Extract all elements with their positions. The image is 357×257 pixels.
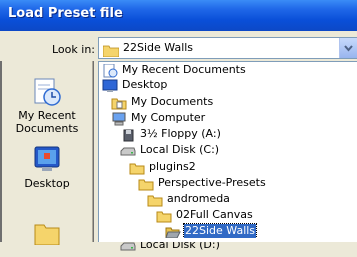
recent-docs-icon [102,63,118,78]
folder-icon [138,176,154,191]
look-in-dropdown-list[interactable]: My Recent Documents Desktop My Documents… [98,61,357,251]
my-computer-icon [111,111,127,126]
list-item-label: 22Side Walls [182,223,258,239]
list-item-label: Local Disk (C:) [140,143,220,156]
look-in-value: 22Side Walls [123,41,194,54]
folder-icon [156,208,172,223]
floppy-icon [120,127,136,142]
folder-icon [129,160,145,175]
list-item-label: 3½ Floppy (A:) [140,127,221,140]
list-item-label: My Computer [131,111,206,124]
open-folder-icon [165,224,181,239]
window-title: Load Preset file [8,6,123,21]
title-bar[interactable]: Load Preset file [0,0,357,31]
folder-icon [147,192,163,207]
list-item-label: plugins2 [149,160,196,173]
list-item-label: 02Full Canvas [176,208,253,221]
list-item-label: andromeda [167,192,230,205]
list-item-label: Desktop [122,78,168,91]
place-my-documents[interactable] [2,219,92,248]
recent-documents-icon [2,75,92,109]
list-item-label: My Recent Documents [122,63,246,76]
list-item-label: My Documents [131,95,214,108]
list-item-label: Perspective-Presets [158,176,266,189]
place-recent-documents[interactable]: My Recent Documents [2,75,92,135]
desktop-icon [2,143,92,177]
look-in-dropdown[interactable]: 22Side Walls [98,37,357,59]
place-label-desktop: Desktop [24,177,70,190]
places-bar: My Recent Documents Desktop [0,61,94,246]
place-label-recent: My Recent Documents [15,109,79,135]
place-desktop[interactable]: Desktop [2,143,92,190]
folder-icon [102,42,120,61]
list-bottom-edge [99,238,357,242]
folder-icon [34,224,60,246]
hard-disk-icon [120,143,136,157]
desktop-icon [102,78,118,92]
my-documents-icon [111,95,127,110]
dropdown-arrow-icon[interactable] [339,38,357,58]
look-in-label: Look in: [52,43,95,56]
